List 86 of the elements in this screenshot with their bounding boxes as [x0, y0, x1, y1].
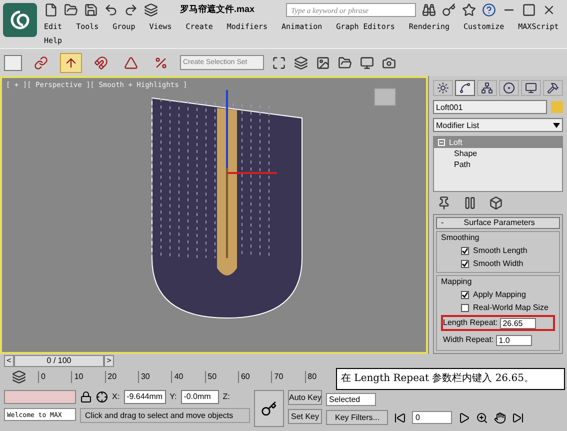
checkbox[interactable]: [461, 304, 469, 312]
create-icon: [437, 82, 449, 94]
checkbox-label: Apply Mapping: [473, 289, 526, 301]
hierarchy-tab[interactable]: [477, 80, 497, 96]
stack-sub-item[interactable]: Path: [434, 159, 562, 170]
next-frame-button[interactable]: >: [104, 355, 114, 367]
listener-output-field[interactable]: [4, 390, 76, 404]
link-icon: [34, 56, 48, 70]
x-label: X:: [112, 391, 120, 403]
move-icon: [64, 56, 78, 70]
time-slider-thumb[interactable]: 0 / 100: [14, 355, 104, 367]
stack-sub-item[interactable]: Shape: [434, 148, 562, 159]
callout-caption: 在 Length Repeat 参数栏内键入 26.65。: [336, 368, 565, 390]
frame-field[interactable]: 0: [412, 411, 452, 424]
window-title: 罗马帘遮文件.max: [180, 3, 256, 16]
pin-stack-icon[interactable]: [437, 196, 451, 210]
z-label: Z:: [222, 391, 230, 403]
checkbox[interactable]: [461, 247, 469, 255]
collapse-icon[interactable]: [438, 139, 445, 146]
lock-icon[interactable]: [80, 391, 92, 403]
utilities-icon: [547, 82, 559, 94]
snap-icon: [94, 56, 108, 70]
rollout-toggle[interactable]: -: [441, 218, 444, 228]
checkbox-label: Smooth Length: [473, 245, 528, 257]
object-name-field[interactable]: Loft001: [433, 100, 547, 114]
motion-tab[interactable]: [499, 80, 519, 96]
previous-frame-button[interactable]: <: [4, 355, 14, 367]
display-icon: [525, 82, 537, 94]
open-folder-icon[interactable]: [64, 3, 78, 17]
dropdown-arrow-icon: [553, 122, 560, 128]
parameter-label: Width Repeat:: [443, 334, 494, 346]
pan-icon[interactable]: [494, 412, 506, 424]
checkbox-label: Smooth Width: [473, 258, 524, 270]
timeline-tick-label: 20: [104, 371, 138, 383]
x-coordinate-field[interactable]: -9.644mm: [124, 390, 166, 404]
redo-icon[interactable]: [124, 3, 138, 17]
zoom-icon[interactable]: [476, 412, 488, 424]
display-tab[interactable]: [521, 80, 541, 96]
key-icon: [261, 400, 277, 416]
selection-dropdown[interactable]: Selected: [326, 393, 376, 406]
binoculars-icon[interactable]: [422, 3, 436, 17]
parameter-field[interactable]: 1.0: [496, 334, 532, 346]
hierarchy-icon: [481, 82, 493, 94]
app-logo-icon[interactable]: [3, 3, 37, 37]
motion-icon: [503, 82, 515, 94]
rollout-header[interactable]: - Surface Parameters: [436, 217, 560, 229]
move-tool-button[interactable]: [60, 52, 82, 72]
y-label: Y:: [170, 391, 177, 403]
y-coordinate-field[interactable]: -0.0mm: [180, 390, 219, 404]
dropdown-button[interactable]: [4, 54, 22, 70]
parameter-field[interactable]: 26.65: [500, 318, 536, 328]
utilities-tab[interactable]: [543, 80, 563, 96]
star-icon[interactable]: [462, 3, 476, 17]
checkbox[interactable]: [461, 291, 469, 299]
set-key-button[interactable]: Set Key: [288, 409, 322, 424]
create-tab[interactable]: [433, 80, 453, 96]
timeline-tick-label: 60: [238, 371, 272, 383]
timeline-tick-label: 10: [71, 371, 105, 383]
timeline-tick-label: 0: [38, 371, 72, 383]
timeline-tick-label: 30: [138, 371, 172, 383]
absolute-mode-icon[interactable]: [96, 391, 108, 403]
close-icon[interactable]: [542, 3, 556, 17]
modify-icon: [459, 82, 471, 94]
timeline-tick-label: 50: [204, 371, 238, 383]
key-mode-button[interactable]: [254, 390, 284, 427]
angle-icon: [124, 56, 138, 70]
percent-icon: [154, 56, 168, 70]
key-icon[interactable]: [442, 3, 456, 17]
parameter-label: Length Repeat:: [443, 317, 498, 329]
key-filters-button[interactable]: Key Filters...: [326, 410, 388, 425]
group-title: Mapping: [441, 276, 473, 288]
timeline-tick-label: 40: [171, 371, 205, 383]
checkbox-label: Real-World Map Size: [473, 302, 548, 314]
help-icon[interactable]: [482, 3, 496, 17]
modify-tab[interactable]: [455, 80, 475, 96]
undo-icon[interactable]: [104, 3, 118, 17]
save-icon[interactable]: [84, 3, 98, 17]
auto-key-button[interactable]: Auto Key: [288, 390, 322, 405]
rollout-title: Surface Parameters: [462, 218, 536, 228]
timeline-tick-label: 70: [271, 371, 305, 383]
new-file-icon[interactable]: [44, 3, 58, 17]
maximize-icon[interactable]: [522, 3, 536, 17]
object-color-swatch[interactable]: [551, 101, 563, 113]
modifier-list-dropdown[interactable]: Modifier List: [433, 118, 563, 132]
group-title: Smoothing: [441, 232, 480, 244]
checkbox[interactable]: [461, 260, 469, 268]
